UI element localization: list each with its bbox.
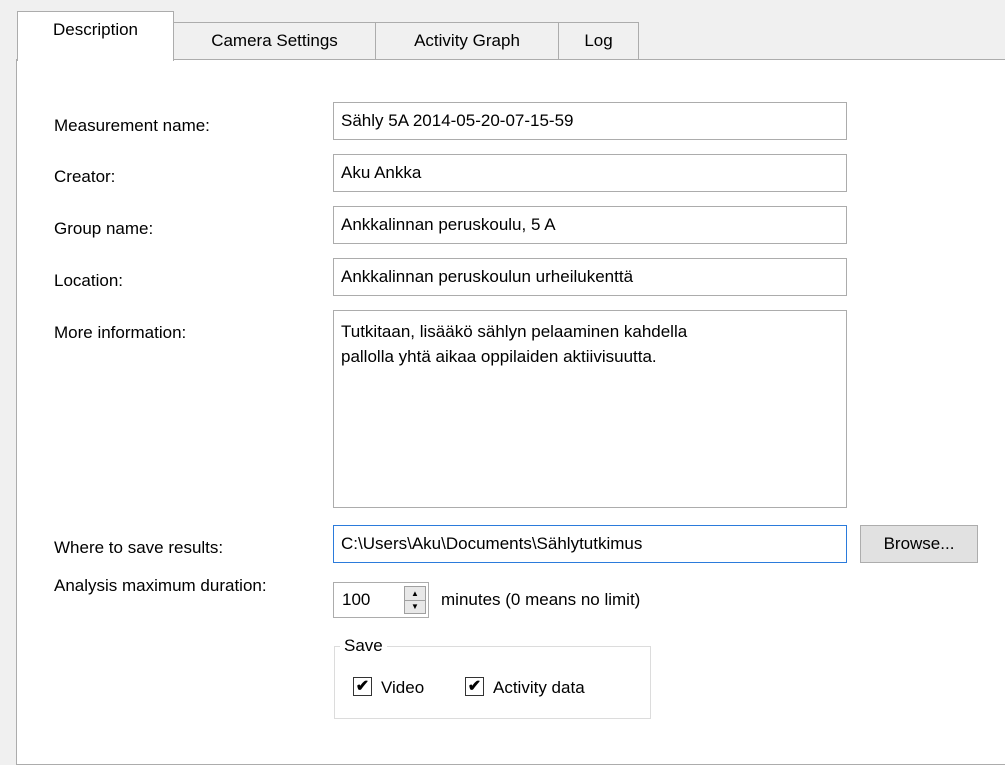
save-path-field[interactable]: C:\Users\Aku\Documents\Sählytutkimus [333, 525, 847, 563]
tab-bar: Description Camera Settings Activity Gra… [0, 0, 1005, 61]
save-group-title: Save [340, 636, 387, 656]
group-name-field[interactable]: Ankkalinnan peruskoulu, 5 A [333, 206, 847, 244]
activity-data-checkbox[interactable]: ✔ [465, 677, 484, 696]
activity-data-label[interactable]: Activity data [493, 678, 585, 698]
duration-label: Analysis maximum duration: [54, 576, 267, 595]
duration-value: 100 [342, 590, 371, 609]
more-information-textarea[interactable]: Tutkitaan, lisääkö sählyn pelaaminen kah… [333, 310, 847, 508]
browse-button[interactable]: Browse... [860, 525, 978, 563]
tab-description[interactable]: Description [17, 11, 174, 61]
spin-down-icon[interactable]: ▼ [405, 600, 425, 613]
location-field[interactable]: Ankkalinnan peruskoulun urheilukenttä [333, 258, 847, 296]
save-path-label: Where to save results: [54, 538, 224, 557]
measurement-name-label: Measurement name: [54, 116, 210, 135]
more-information-label: More information: [54, 323, 187, 342]
tab-activity-graph[interactable]: Activity Graph [375, 22, 559, 59]
video-label[interactable]: Video [381, 678, 424, 698]
location-label: Location: [54, 271, 123, 290]
video-checkbox[interactable]: ✔ [353, 677, 372, 696]
duration-spin-buttons: ▲ ▼ [404, 586, 426, 614]
duration-spinbox[interactable]: 100 ▲ ▼ [333, 582, 429, 618]
creator-label: Creator: [54, 167, 116, 186]
spin-up-icon[interactable]: ▲ [405, 587, 425, 601]
creator-field[interactable]: Aku Ankka [333, 154, 847, 192]
tab-log[interactable]: Log [558, 22, 639, 59]
tab-camera-settings[interactable]: Camera Settings [173, 22, 376, 59]
duration-suffix: minutes (0 means no limit) [441, 590, 641, 609]
measurement-name-field[interactable]: Sähly 5A 2014-05-20-07-15-59 [333, 102, 847, 140]
group-name-label: Group name: [54, 219, 154, 238]
description-panel: Measurement name: Sähly 5A 2014-05-20-07… [16, 59, 1005, 765]
